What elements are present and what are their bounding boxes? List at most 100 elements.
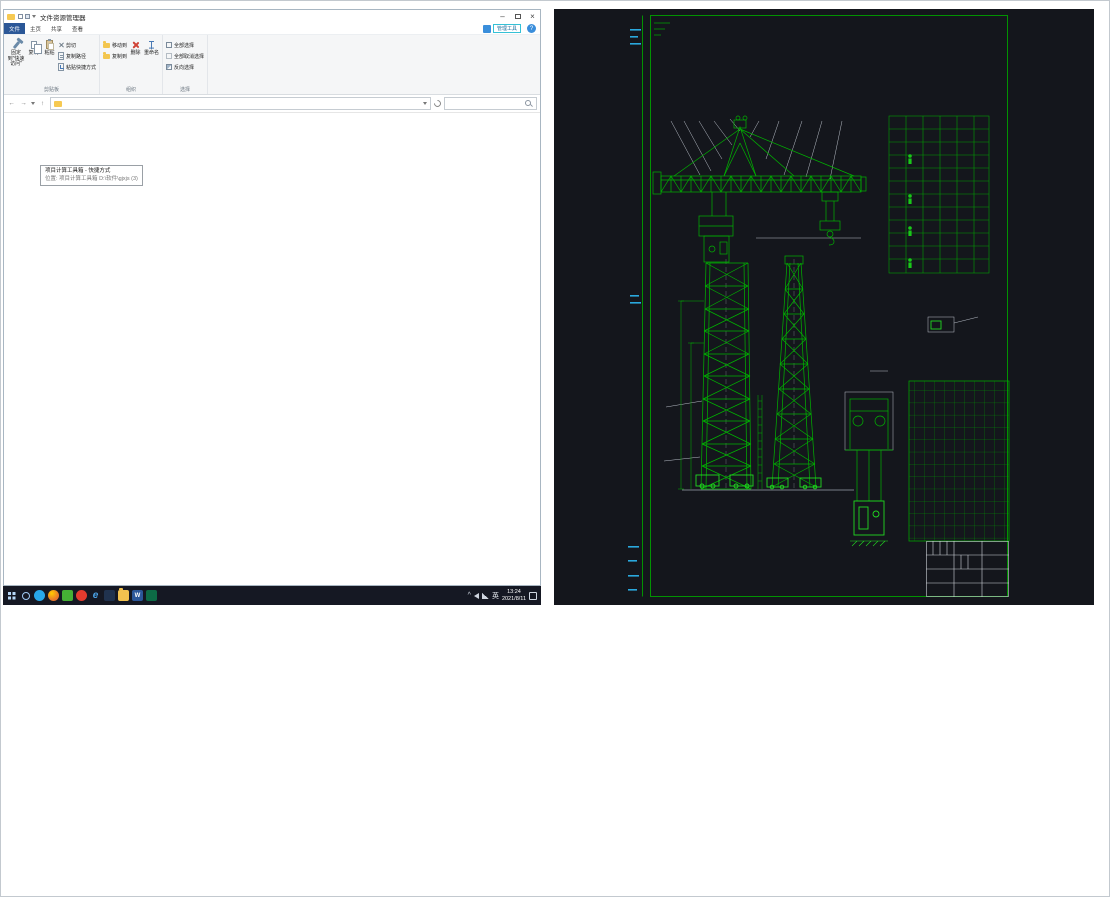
- taskbar-app-cad[interactable]: [145, 587, 158, 604]
- select-none-button[interactable]: 全部取消选择: [166, 51, 204, 61]
- select-all-button[interactable]: 全部选择: [166, 40, 204, 50]
- qq-browser-icon: [34, 590, 45, 601]
- organize-group-label: 组织: [126, 87, 137, 93]
- rename-label: 重命名: [144, 50, 160, 56]
- explorer-window: 文件资源管理器 – × 文件 主页 共享 查看 管理工具 ? 固定到"快速访问": [3, 9, 541, 586]
- tab-view[interactable]: 查看: [67, 23, 88, 34]
- word-icon: W: [132, 590, 143, 601]
- back-button[interactable]: ←: [7, 100, 16, 107]
- qat-new-folder-icon[interactable]: [25, 14, 30, 19]
- taskbar-app-ie[interactable]: e: [89, 587, 102, 604]
- up-button[interactable]: ↑: [38, 100, 47, 107]
- cut-button[interactable]: 剪切: [58, 40, 96, 50]
- invert-selection-label: 反向选择: [174, 64, 195, 71]
- search-input[interactable]: [448, 100, 523, 107]
- taskbar-app-explorer[interactable]: [117, 587, 130, 604]
- rename-button[interactable]: 重命名: [144, 37, 159, 85]
- taskbar-app-photoshop[interactable]: [103, 587, 116, 604]
- photoshop-icon: [104, 590, 115, 601]
- manage-tools-button[interactable]: 管理工具: [492, 24, 521, 33]
- paste-icon: [46, 39, 54, 50]
- taskbar-clock[interactable]: 13:24 2021/8/11: [502, 589, 526, 602]
- recent-locations-dropdown-icon[interactable]: [31, 102, 35, 105]
- tooltip-title: 项目计算工具箱 - 快捷方式: [45, 168, 111, 174]
- cad-viewport[interactable]: [554, 9, 1094, 605]
- opera-icon: [76, 590, 87, 601]
- pin-to-quick-access-button[interactable]: 固定到"快速访问": [7, 37, 25, 85]
- delete-x-icon: [132, 41, 140, 49]
- ribbon-group-clipboard: 固定到"快速访问" 复制 粘贴 剪切 复制: [4, 35, 101, 94]
- paste-shortcut-label: 粘贴快捷方式: [66, 64, 97, 71]
- address-input[interactable]: [50, 97, 431, 110]
- taskbar-app-word[interactable]: W: [131, 587, 144, 604]
- select-none-label: 全部取消选择: [174, 53, 205, 60]
- rename-icon: [148, 40, 155, 49]
- invert-selection-icon: [166, 64, 173, 70]
- minimize-button[interactable]: –: [495, 10, 510, 23]
- delete-button[interactable]: 删除: [128, 37, 143, 85]
- tooltip-location: 位置: 项目计算工具箱 D:\软件\gjxjs (3): [45, 175, 138, 182]
- qat-customize-dropdown-icon[interactable]: [32, 15, 36, 18]
- cut-label: 剪切: [66, 42, 77, 49]
- address-folder-icon: [54, 100, 62, 107]
- search-button[interactable]: [19, 587, 32, 604]
- firefox-icon: [48, 590, 59, 601]
- cad-app-icon: [146, 590, 157, 601]
- qat-properties-icon[interactable]: [18, 14, 23, 19]
- volume-icon[interactable]: [473, 592, 479, 599]
- tab-share[interactable]: 共享: [46, 23, 67, 34]
- specification-grid: [908, 380, 1010, 542]
- ribbon: 固定到"快速访问" 复制 粘贴 剪切 复制: [4, 35, 540, 95]
- explorer-app-icon: [7, 13, 15, 20]
- tab-file[interactable]: 文件: [4, 23, 26, 34]
- scissors-icon: [58, 42, 64, 48]
- manage-tools-icon: [482, 24, 491, 33]
- pin-to-quick-access-label: 固定到"快速访问": [7, 50, 25, 67]
- system-tray: ^ 英 13:24 2021/8/11: [468, 589, 539, 602]
- ie-icon: e: [92, 590, 99, 601]
- action-center-icon[interactable]: [529, 591, 537, 600]
- taskbar-app-firefox[interactable]: [47, 587, 60, 604]
- taskbar-app-opera[interactable]: [75, 587, 88, 604]
- forward-button[interactable]: →: [19, 100, 28, 107]
- copy-to-button[interactable]: 复制到: [103, 51, 127, 61]
- title-bar[interactable]: 文件资源管理器 – ×: [4, 10, 540, 23]
- close-button[interactable]: ×: [525, 10, 540, 23]
- help-icon[interactable]: ?: [527, 24, 536, 33]
- clipboard-group-label: 剪贴板: [44, 87, 60, 93]
- move-to-button[interactable]: 移动到: [103, 40, 127, 50]
- clock-time: 13:24: [507, 588, 521, 595]
- copy-button[interactable]: 复制: [26, 37, 42, 85]
- tab-bar-spacer: [88, 23, 483, 34]
- pin-icon: [12, 40, 20, 49]
- move-to-folder-icon: [103, 40, 111, 48]
- taskbar-app-qq[interactable]: [33, 587, 46, 604]
- copy-to-folder-icon: [103, 51, 111, 59]
- tray-expand-icon[interactable]: ^: [468, 592, 471, 599]
- paste-button[interactable]: 粘贴: [42, 37, 57, 85]
- select-all-icon: [166, 42, 173, 48]
- ribbon-group-organize: 移动到 复制到 删除 重命名 组织: [100, 35, 164, 94]
- select-group-label: 选择: [180, 87, 191, 93]
- ime-language-indicator[interactable]: 英: [492, 591, 499, 601]
- start-button[interactable]: [5, 587, 18, 604]
- copy-path-icon: [58, 52, 64, 60]
- quick-access-toolbar[interactable]: [18, 14, 36, 19]
- copy-path-button[interactable]: 复制路径: [58, 51, 96, 61]
- maximize-button[interactable]: [510, 10, 525, 23]
- taskbar-app-wechat[interactable]: [61, 587, 74, 604]
- search-box[interactable]: [444, 97, 537, 110]
- shortcut-tooltip: 项目计算工具箱 - 快捷方式 位置: 项目计算工具箱 D:\软件\gjxjs (…: [40, 165, 143, 187]
- tab-home[interactable]: 主页: [25, 23, 46, 34]
- folder-content-area[interactable]: 项目计算工具箱 - 快捷方式 位置: 项目计算工具箱 D:\软件\gjxjs (…: [4, 113, 540, 585]
- paste-shortcut-button[interactable]: 粘贴快捷方式: [58, 62, 96, 72]
- wechat-icon: [62, 590, 73, 601]
- network-icon[interactable]: [481, 592, 489, 599]
- copy-icon: [30, 40, 42, 54]
- paste-label: 粘贴: [44, 50, 55, 56]
- refresh-icon[interactable]: [432, 98, 443, 109]
- cortana-search-icon: [21, 591, 30, 600]
- invert-selection-button[interactable]: 反向选择: [166, 62, 204, 72]
- address-dropdown-icon[interactable]: [423, 102, 427, 105]
- move-to-label: 移动到: [112, 42, 128, 49]
